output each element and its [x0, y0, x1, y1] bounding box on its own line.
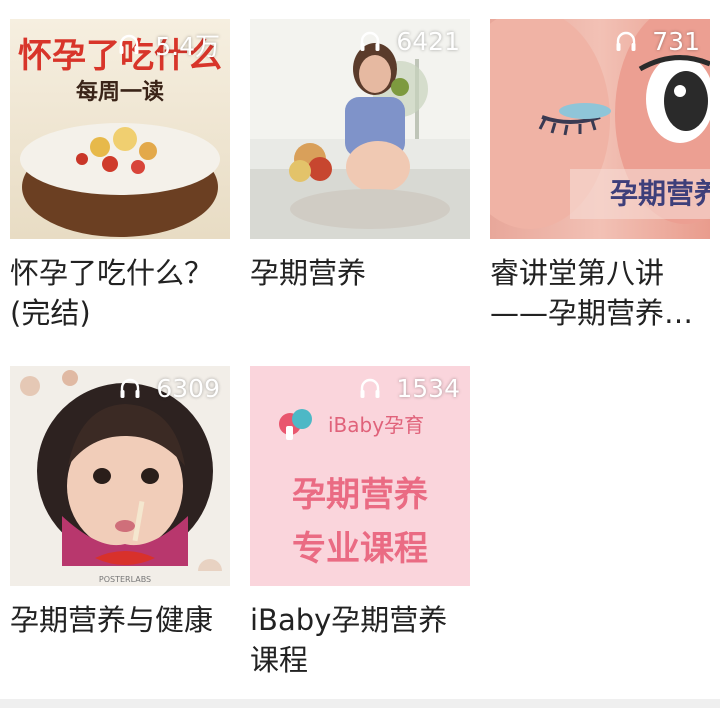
cover-brand-text: iBaby孕育 — [328, 413, 424, 437]
album-card-4[interactable]: POSTERLABS 6309 孕期营养与健康 — [10, 366, 230, 640]
album-title[interactable]: 怀孕了吃什么？(完结) — [10, 253, 230, 333]
play-count-value: 1534 — [396, 374, 460, 403]
headphones-icon — [119, 34, 139, 54]
cover-subtitle-text: 每周一读 — [76, 79, 164, 105]
play-count-value: 6309 — [156, 374, 220, 403]
play-count-value: 5.4万 — [155, 32, 220, 61]
album-cover[interactable]: 6421 — [250, 19, 470, 239]
cover-watermark-text: POSTERLABS — [99, 575, 151, 584]
headphones-icon — [120, 378, 140, 398]
play-count: 6309 — [118, 374, 220, 403]
play-count: 6421 — [358, 27, 460, 56]
album-cover[interactable]: 怀孕了吃什么 每周一读 5.4万 — [10, 19, 230, 239]
album-card-3[interactable]: 孕期营养 731 睿讲堂第八讲——孕期营养… — [490, 19, 710, 333]
album-cover[interactable]: iBaby孕育 孕期营养 专业课程 1534 — [250, 366, 470, 586]
headphones-icon — [616, 31, 636, 51]
bottom-divider — [0, 699, 720, 708]
play-count: 1534 — [358, 374, 460, 403]
play-count-value: 6421 — [396, 27, 460, 56]
headphones-icon — [360, 378, 380, 398]
cover-title-text: 孕期营养 — [610, 177, 710, 210]
album-card-1[interactable]: 怀孕了吃什么 每周一读 5.4万 怀孕了吃什么？(完结) — [10, 19, 230, 333]
play-count: 731 — [614, 27, 700, 56]
play-count: 5.4万 — [117, 27, 220, 63]
album-title[interactable]: iBaby孕期营养课程 — [250, 600, 470, 680]
play-count-value: 731 — [652, 27, 700, 56]
album-title[interactable]: 睿讲堂第八讲——孕期营养… — [490, 253, 710, 333]
album-cover[interactable]: 孕期营养 731 — [490, 19, 710, 239]
album-title[interactable]: 孕期营养 — [250, 253, 470, 293]
cover-subtitle-text: 专业课程 — [292, 529, 428, 569]
headphones-icon — [360, 31, 380, 51]
album-title[interactable]: 孕期营养与健康 — [10, 600, 230, 640]
album-cover[interactable]: POSTERLABS 6309 — [10, 366, 230, 586]
album-card-2[interactable]: 6421 孕期营养 — [250, 19, 470, 293]
album-card-5[interactable]: iBaby孕育 孕期营养 专业课程 1534 iBaby孕期营养课程 — [250, 366, 470, 680]
cover-title-text: 孕期营养 — [292, 475, 428, 515]
